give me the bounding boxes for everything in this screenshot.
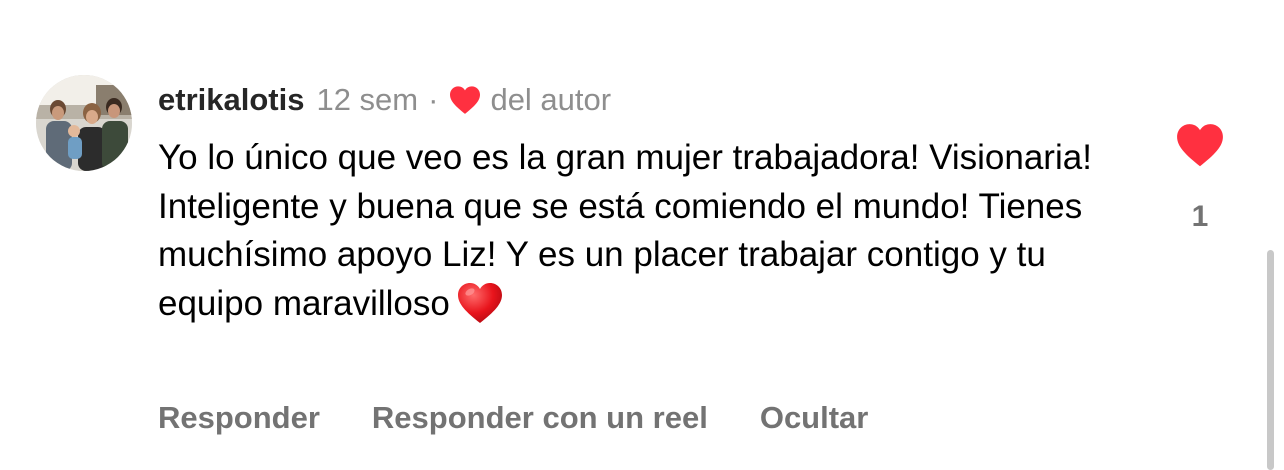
separator-dot: · bbox=[428, 82, 439, 117]
username[interactable]: etrikalotis bbox=[158, 82, 304, 118]
red-heart-emoji bbox=[457, 282, 502, 323]
comment-body: Yo lo único que veo es la gran mujer tra… bbox=[158, 134, 1148, 328]
like-count[interactable]: 1 bbox=[1170, 200, 1230, 234]
reply-button[interactable]: Responder bbox=[158, 400, 320, 436]
comment-timestamp: 12 sem bbox=[316, 82, 419, 117]
comment-actions: Responder Responder con un reel Ocultar bbox=[158, 396, 920, 440]
scrollbar[interactable] bbox=[1267, 250, 1274, 470]
like-heart-icon[interactable] bbox=[1175, 122, 1225, 168]
comment-item: etrikalotis 12 sem · del autor Yo lo úni… bbox=[0, 0, 1284, 470]
avatar-photo bbox=[36, 75, 132, 171]
hide-button[interactable]: Ocultar bbox=[760, 400, 869, 436]
comment-text: Yo lo único que veo es la gran mujer tra… bbox=[158, 138, 1092, 323]
heart-filled-icon bbox=[450, 86, 481, 114]
like-column: 1 bbox=[1170, 120, 1230, 240]
reply-with-reel-button[interactable]: Responder con un reel bbox=[372, 400, 708, 436]
liked-by-author-label: del autor bbox=[490, 82, 612, 117]
comment-header: etrikalotis 12 sem · del autor bbox=[158, 80, 611, 120]
avatar[interactable] bbox=[36, 75, 132, 171]
